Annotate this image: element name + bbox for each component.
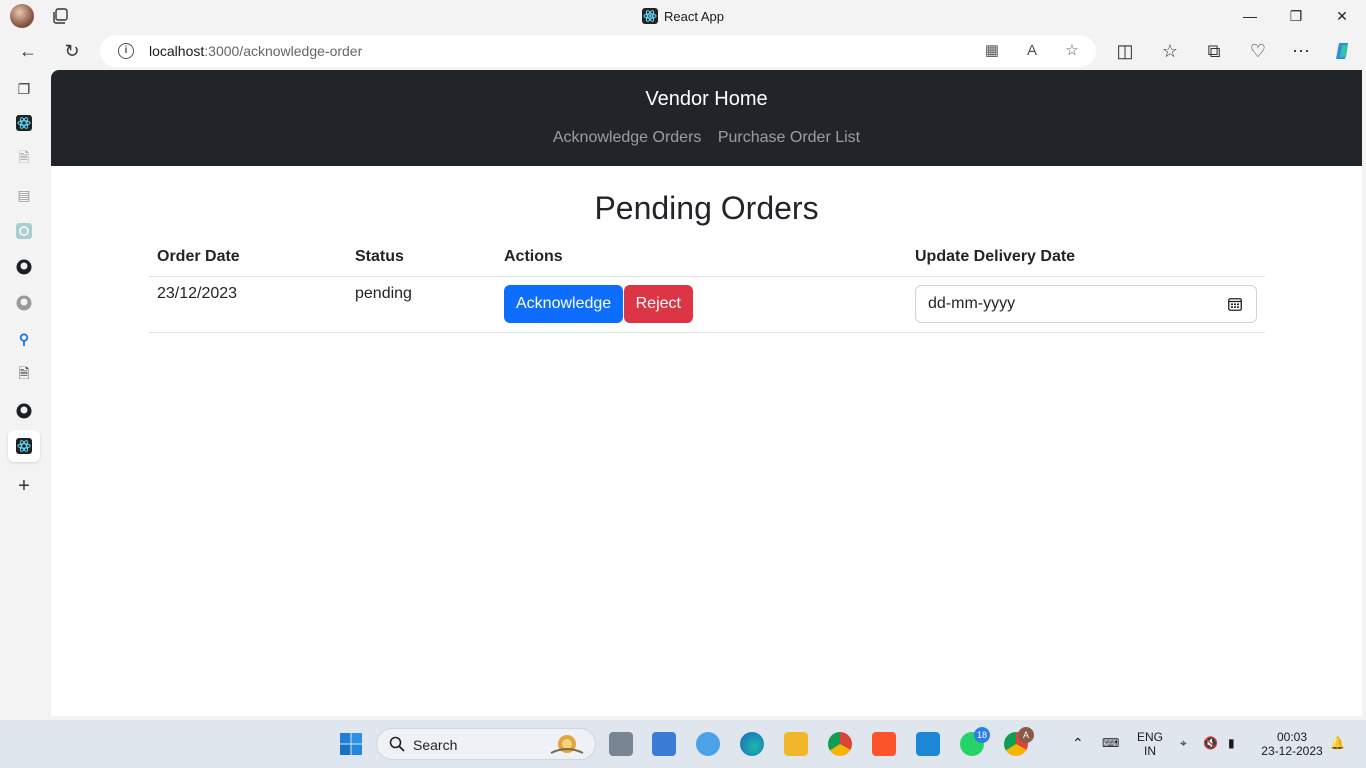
app-navbar: Vendor Home Acknowledge Orders Purchase … bbox=[51, 70, 1362, 166]
pending-orders-table: Order Date Status Actions Update Deliver… bbox=[149, 238, 1265, 333]
browser-essentials-icon[interactable]: ♡ bbox=[1247, 40, 1269, 62]
settings-more-icon[interactable]: ⋯ bbox=[1290, 40, 1312, 62]
acknowledge-button[interactable]: Acknowledge bbox=[504, 284, 624, 323]
keyboard-icon[interactable]: ⌨ bbox=[1102, 736, 1119, 750]
web-content: Vendor Home Acknowledge Orders Purchase … bbox=[51, 70, 1362, 716]
restore-icon[interactable]: ❐ bbox=[1286, 6, 1306, 26]
copilot-icon[interactable] bbox=[1332, 40, 1354, 62]
vertical-tabs-sidebar: ❐ 🗎 ▤ ⚲ 🗎 + bbox=[0, 70, 50, 720]
delivery-date-cell: dd-mm-yyyy bbox=[907, 276, 1265, 333]
calendar-tab-icon[interactable]: ▤ bbox=[15, 186, 33, 204]
search-label: Search bbox=[413, 737, 458, 753]
openai-tab-icon[interactable] bbox=[15, 222, 33, 240]
document-tab-icon[interactable]: 🗎 bbox=[15, 149, 33, 168]
app-available-icon[interactable]: ▦ bbox=[983, 42, 1001, 60]
clock[interactable]: 00:03 23-12-2023 bbox=[1256, 730, 1328, 758]
notification-bell-icon[interactable]: 🔔 bbox=[1330, 736, 1345, 750]
whatsapp-notification-badge: 18 bbox=[974, 727, 990, 743]
table-header-row: Order Date Status Actions Update Deliver… bbox=[149, 238, 1265, 277]
github-tab-icon-2[interactable] bbox=[15, 294, 33, 312]
date-input-placeholder: dd-mm-yyyy bbox=[928, 294, 1016, 312]
new-tab-plus-icon[interactable]: + bbox=[15, 475, 33, 497]
url-field[interactable]: i localhost:3000/acknowledge-order ▦ A ☆ bbox=[100, 35, 1096, 67]
column-header-actions: Actions bbox=[496, 238, 907, 277]
chrome-profile-badge: A bbox=[1018, 727, 1034, 743]
edge-browser-icon[interactable] bbox=[740, 732, 764, 756]
tab-title-text: React App bbox=[664, 9, 724, 24]
navbar-brand[interactable]: Vendor Home bbox=[51, 88, 1362, 111]
task-view-icon[interactable] bbox=[609, 732, 633, 756]
windows-taskbar: Search 18 A ⌃ ⌨ ENG IN ⌖ 🔇 ▮ 00:03 23-12… bbox=[0, 720, 1366, 768]
taskbar-search[interactable]: Search bbox=[376, 728, 596, 760]
nav-link-purchase-order-list[interactable]: Purchase Order List bbox=[718, 129, 860, 146]
tray-overflow-chevron-icon[interactable]: ⌃ bbox=[1072, 736, 1084, 750]
split-screen-icon[interactable]: ◫ bbox=[1114, 40, 1136, 62]
file-tab-icon[interactable]: 🗎 bbox=[15, 365, 33, 384]
github-tab-icon-3[interactable] bbox=[15, 402, 33, 420]
tab-title[interactable]: React App bbox=[0, 8, 1366, 24]
column-header-status: Status bbox=[347, 238, 496, 277]
back-arrow-icon[interactable]: ← bbox=[17, 40, 39, 62]
column-header-update-delivery-date: Update Delivery Date bbox=[907, 238, 1265, 277]
region-code: IN bbox=[1144, 744, 1156, 758]
search-tab-icon[interactable]: ⚲ bbox=[15, 330, 33, 348]
order-date-cell: 23/12/2023 bbox=[149, 276, 347, 333]
actions-cell: Acknowledge Reject bbox=[496, 276, 907, 333]
clock-date: 23-12-2023 bbox=[1261, 744, 1323, 758]
language-code: ENG bbox=[1136, 730, 1163, 744]
nav-link-acknowledge-orders[interactable]: Acknowledge Orders bbox=[553, 129, 702, 146]
react-active-tab-icon[interactable] bbox=[15, 437, 33, 455]
read-aloud-icon[interactable]: A bbox=[1023, 42, 1041, 60]
collections-icon[interactable]: ⧉ bbox=[1203, 40, 1225, 62]
volume-muted-icon[interactable]: 🔇 bbox=[1203, 736, 1218, 750]
browser-titlebar: React App — ❐ ✕ bbox=[0, 0, 1366, 32]
reject-button[interactable]: Reject bbox=[623, 284, 693, 323]
file-explorer-icon[interactable] bbox=[784, 732, 808, 756]
site-info-icon[interactable]: i bbox=[118, 43, 134, 59]
status-cell: pending bbox=[347, 276, 496, 333]
search-highlight-icon bbox=[550, 735, 584, 754]
favorite-star-icon[interactable]: ☆ bbox=[1063, 42, 1081, 60]
microsoft-store-icon[interactable] bbox=[652, 732, 676, 756]
address-bar-row: ← ↻ i localhost:3000/acknowledge-order ▦… bbox=[0, 32, 1366, 70]
close-icon[interactable]: ✕ bbox=[1332, 6, 1352, 26]
react-favicon-icon bbox=[642, 8, 658, 24]
url-text[interactable]: localhost:3000/acknowledge-order bbox=[149, 43, 362, 59]
page-title: Pending Orders bbox=[594, 190, 819, 226]
url-host: localhost bbox=[149, 43, 205, 59]
navbar-links: Acknowledge Orders Purchase Order List bbox=[51, 129, 1362, 147]
refresh-icon[interactable]: ↻ bbox=[61, 40, 83, 62]
favorites-icon[interactable]: ☆ bbox=[1159, 40, 1181, 62]
column-header-order-date: Order Date bbox=[149, 238, 347, 277]
minimize-icon[interactable]: — bbox=[1240, 6, 1260, 26]
windows-start-icon[interactable] bbox=[339, 732, 363, 756]
calendar-icon[interactable] bbox=[1228, 297, 1242, 311]
brave-browser-icon[interactable] bbox=[872, 732, 896, 756]
chrome-icon[interactable] bbox=[828, 732, 852, 756]
table-row: 23/12/2023 pending Acknowledge Reject dd… bbox=[149, 276, 1265, 333]
language-indicator[interactable]: ENG IN bbox=[1136, 730, 1164, 758]
get-help-icon[interactable] bbox=[696, 732, 720, 756]
react-tab-icon[interactable] bbox=[15, 114, 33, 132]
delivery-date-input[interactable]: dd-mm-yyyy bbox=[915, 284, 1257, 323]
clock-time: 00:03 bbox=[1276, 730, 1308, 744]
vscode-icon[interactable] bbox=[916, 732, 940, 756]
tab-actions-menu-icon[interactable]: ❐ bbox=[15, 80, 33, 98]
wifi-icon[interactable]: ⌖ bbox=[1180, 736, 1187, 750]
url-path: :3000/acknowledge-order bbox=[204, 43, 363, 59]
github-tab-icon[interactable] bbox=[15, 258, 33, 276]
search-icon bbox=[389, 736, 405, 752]
battery-icon[interactable]: ▮ bbox=[1228, 736, 1235, 750]
